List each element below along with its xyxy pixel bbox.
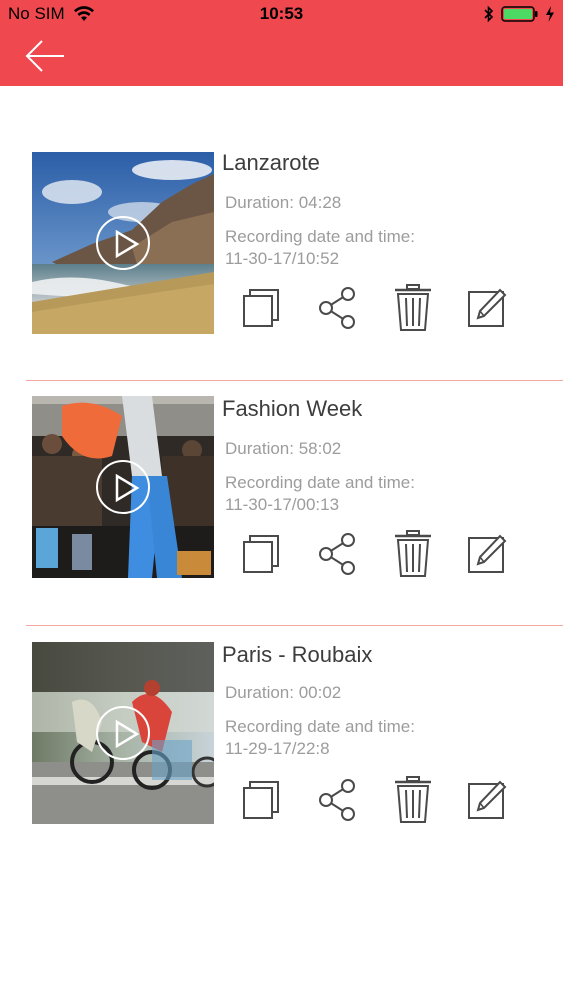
video-thumbnail[interactable]	[32, 152, 214, 334]
delete-button[interactable]	[391, 776, 435, 824]
video-thumbnail[interactable]	[32, 396, 214, 578]
bluetooth-icon	[484, 5, 494, 23]
share-button[interactable]	[316, 530, 360, 578]
play-icon	[115, 720, 140, 748]
video-duration: Duration: 58:02	[225, 439, 342, 458]
share-icon	[319, 779, 355, 821]
edit-icon	[468, 534, 507, 573]
delete-button[interactable]	[391, 284, 435, 332]
delete-button[interactable]	[391, 530, 435, 578]
recording-label: Recording date and time:	[225, 717, 415, 736]
copy-button[interactable]	[240, 284, 284, 332]
status-right-group	[483, 5, 555, 23]
back-button[interactable]	[24, 38, 66, 74]
recording-label: Recording date and time:	[225, 227, 415, 246]
share-icon	[319, 287, 355, 329]
divider	[26, 380, 563, 381]
video-title: Fashion Week	[222, 396, 363, 421]
edit-icon	[468, 288, 507, 327]
copy-button[interactable]	[240, 776, 284, 824]
copy-icon	[243, 289, 279, 327]
battery-icon	[501, 6, 538, 22]
trash-icon	[395, 284, 431, 331]
status-bar: No SIM 10:53	[0, 0, 563, 28]
edit-button[interactable]	[466, 284, 510, 332]
play-icon	[115, 230, 140, 258]
play-button[interactable]	[96, 460, 150, 514]
play-button[interactable]	[96, 216, 150, 270]
video-duration: Duration: 00:02	[225, 683, 342, 702]
copy-icon	[243, 535, 279, 573]
video-title: Paris - Roubaix	[222, 642, 373, 667]
status-time: 10:53	[259, 4, 304, 23]
charging-icon	[546, 6, 554, 22]
video-item: Fashion Week Duration: 58:02 Recording d…	[0, 396, 563, 596]
share-icon	[319, 533, 355, 575]
divider	[26, 625, 563, 626]
share-button[interactable]	[316, 776, 360, 824]
video-title: Lanzarote	[222, 150, 320, 175]
play-icon	[115, 474, 140, 502]
video-thumbnail[interactable]	[32, 642, 214, 824]
video-actions	[240, 776, 520, 826]
video-duration: Duration: 04:28	[225, 193, 342, 212]
trash-icon	[395, 776, 431, 823]
edit-icon	[468, 780, 507, 819]
recording-value: 11-30-17/10:52	[225, 249, 340, 268]
video-item: Paris - Roubaix Duration: 00:02 Recordin…	[0, 642, 563, 842]
recording-label: Recording date and time:	[225, 473, 415, 492]
edit-button[interactable]	[466, 776, 510, 824]
copy-button[interactable]	[240, 530, 284, 578]
trash-icon	[395, 530, 431, 577]
edit-button[interactable]	[466, 530, 510, 578]
back-arrow-icon	[25, 40, 64, 72]
copy-icon	[243, 781, 279, 819]
recording-value: 11-29-17/22:8	[225, 739, 330, 758]
video-item: Lanzarote Duration: 04:28 Recording date…	[0, 150, 563, 350]
recording-value: 11-30-17/00:13	[225, 495, 340, 514]
video-actions	[240, 530, 520, 580]
video-actions	[240, 284, 520, 334]
share-button[interactable]	[316, 284, 360, 332]
play-button[interactable]	[96, 706, 150, 760]
